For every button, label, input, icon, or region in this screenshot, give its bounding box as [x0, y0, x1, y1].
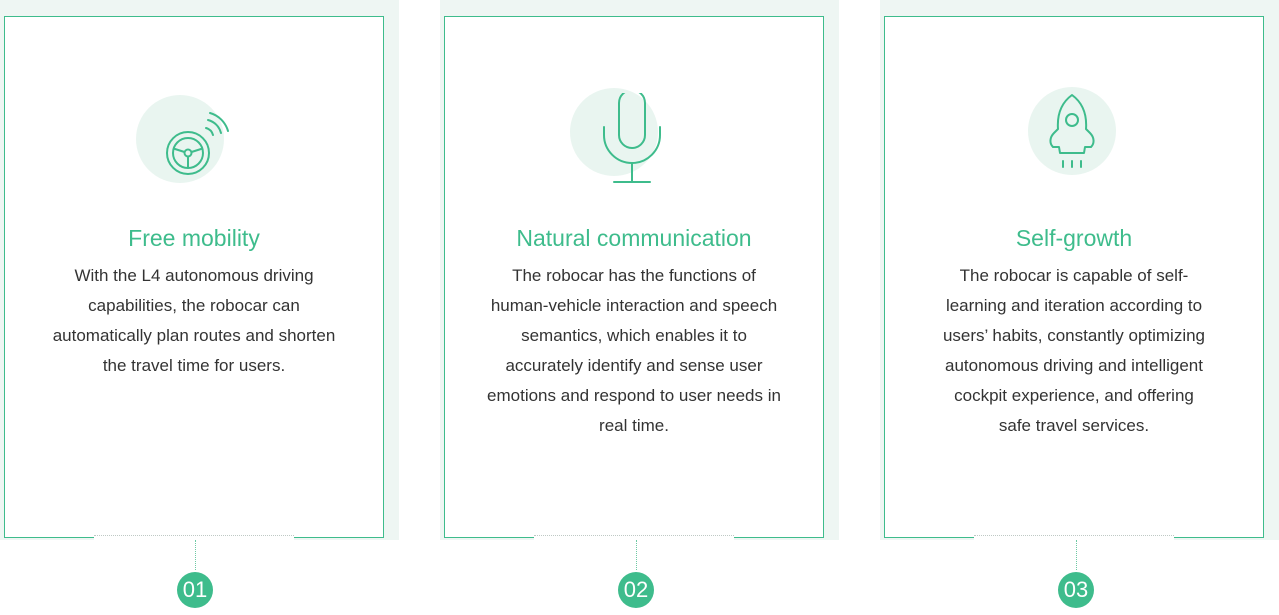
card-description: The robocar has the functions of human-v… [487, 266, 781, 435]
feature-card-self-growth: Self-growth The robocar is capable of se… [884, 16, 1264, 540]
connector-line [636, 540, 637, 570]
card-description: With the L4 autonomous driving capabilit… [52, 266, 336, 375]
feature-card-natural-communication: Natural communication The robocar has th… [444, 16, 824, 540]
step-number-badge: 02 [618, 572, 654, 608]
feature-card-wrapper-2: Natural communication The robocar has th… [440, 0, 839, 540]
card-bottom-gap [534, 535, 734, 540]
feature-icon-container [1014, 87, 1134, 203]
steering-wheel-icon [166, 112, 229, 175]
step-number-badge: 01 [177, 572, 213, 608]
card-title: Free mobility [128, 225, 260, 251]
feature-icon-container [134, 93, 254, 203]
feature-card-wrapper-1: Free mobility With the L4 autonomous dri… [0, 0, 399, 540]
feature-icon-container [570, 88, 694, 203]
feature-card-wrapper-3: Self-growth The robocar is capable of se… [880, 0, 1279, 540]
card-title: Natural communication [516, 225, 752, 251]
card-bottom-gap [94, 535, 294, 540]
card-description: The robocar is capable of self-learning … [942, 266, 1206, 435]
microphone-icon [603, 93, 661, 183]
connector-line [195, 540, 196, 570]
feature-card-free-mobility: Free mobility With the L4 autonomous dri… [4, 16, 384, 540]
step-number-badge: 03 [1058, 572, 1094, 608]
card-bottom-gap [974, 535, 1174, 540]
connector-line [1076, 540, 1077, 570]
rocket-icon [1049, 94, 1095, 168]
card-title: Self-growth [1015, 225, 1133, 251]
